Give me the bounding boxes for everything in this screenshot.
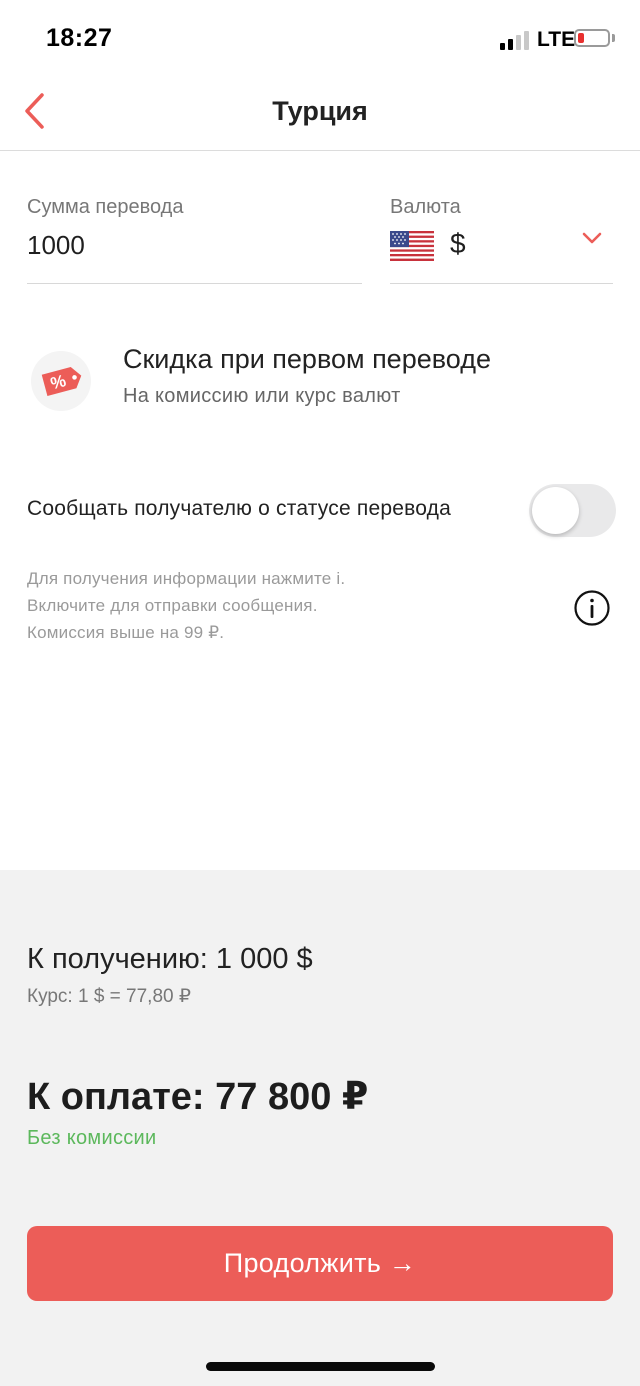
currency-dropdown-button[interactable] [580, 228, 604, 248]
header-divider [0, 150, 640, 151]
battery-icon [574, 29, 610, 47]
continue-button[interactable]: Продолжить → [27, 1226, 613, 1301]
toggle-knob [532, 487, 579, 534]
notify-toggle[interactable] [529, 484, 616, 537]
promo-subtitle: На комиссию или курс валют [123, 385, 401, 407]
currency-select[interactable]: $ [450, 228, 466, 260]
chevron-down-icon [582, 232, 602, 244]
network-type: LTE [537, 28, 576, 51]
us-flag-icon [390, 231, 434, 261]
info-note: Для получения информации нажмите i. [27, 569, 346, 588]
pay-amount: К оплате: 77 800 ₽ [27, 1076, 369, 1118]
discount-tag-icon: % [30, 350, 92, 412]
amount-underline [27, 283, 362, 284]
battery-cap [612, 34, 615, 42]
info-icon [574, 590, 610, 626]
status-time: 18:27 [46, 24, 113, 52]
receive-amount: К получению: 1 000 $ [27, 943, 313, 975]
promo-title: Скидка при первом переводе [123, 344, 491, 374]
page-title: Турция [272, 96, 368, 126]
signal-icon [500, 30, 532, 50]
notify-label: Сообщать получателю о статусе перевода [27, 497, 451, 520]
currency-underline [390, 283, 613, 284]
info-note: Комиссия выше на 99 ₽. [27, 623, 225, 642]
currency-label: Валюта [390, 196, 461, 218]
fee-status: Без комиссии [27, 1127, 157, 1149]
info-button[interactable] [573, 589, 611, 627]
amount-input[interactable]: 1000 [27, 230, 85, 261]
exchange-rate: Курс: 1 $ = 77,80 ₽ [27, 986, 191, 1007]
amount-label: Сумма перевода [27, 196, 184, 218]
home-indicator [206, 1362, 435, 1371]
info-note: Включите для отправки сообщения. [27, 596, 318, 615]
